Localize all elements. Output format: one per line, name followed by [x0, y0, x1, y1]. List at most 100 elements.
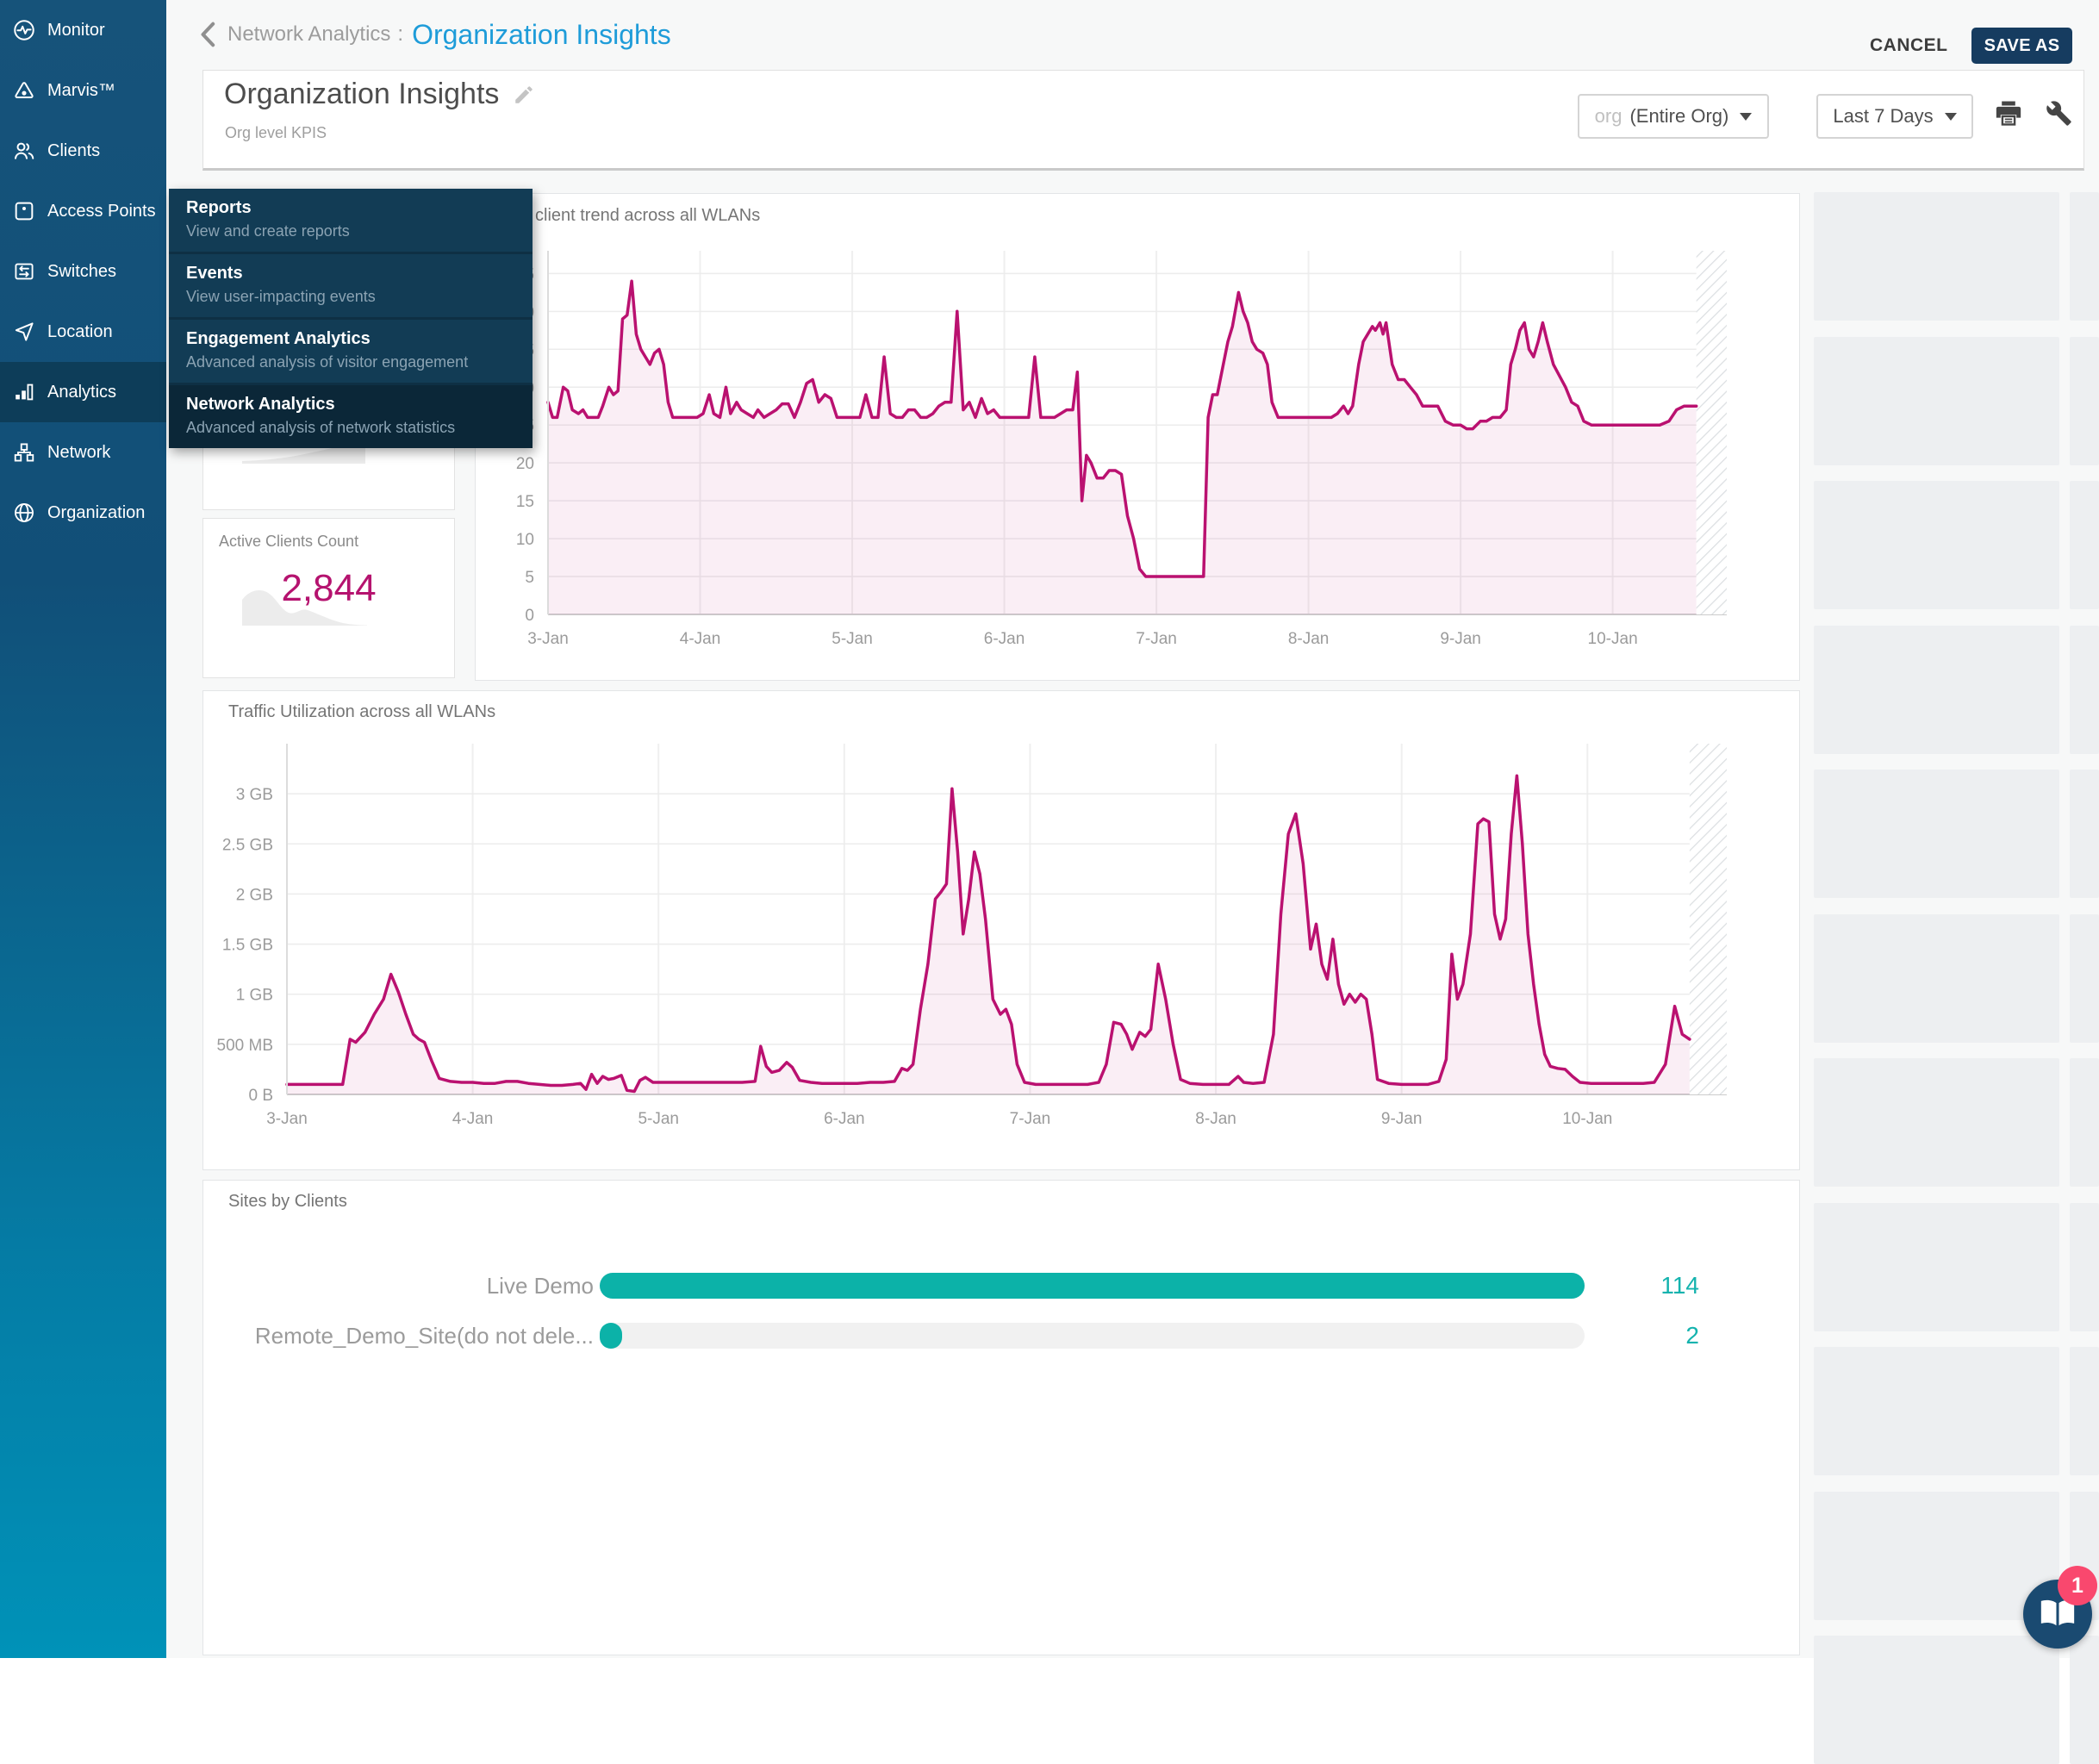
placeholder-card [2070, 770, 2099, 898]
placeholder-card [1814, 192, 2059, 321]
flyout-item-reports[interactable]: Reports View and create reports [169, 189, 533, 252]
breadcrumb-separator: : [397, 22, 404, 46]
sidebar-item-analytics[interactable]: Analytics [0, 362, 166, 422]
sidebar-item-access-points[interactable]: Access Points [0, 181, 166, 241]
site-value: 2 [1685, 1322, 1699, 1349]
sidebar-item-clients[interactable]: Clients [0, 121, 166, 181]
analytics-flyout-menu: Reports View and create reports Events View… [169, 189, 533, 448]
sites-by-clients-panel: Sites by Clients Live Demo 114 Remote_Demo… [202, 1180, 1800, 1655]
marvis-icon [12, 78, 36, 103]
sidebar-item-monitor[interactable]: Monitor [0, 0, 166, 60]
flyout-item-events[interactable]: Events View user-impacting events [169, 252, 533, 317]
svg-text:5-Jan: 5-Jan [638, 1110, 679, 1128]
sidebar-item-label: Marvis™ [47, 80, 115, 100]
svg-text:3-Jan: 3-Jan [527, 630, 569, 648]
org-prefix-label: org [1594, 105, 1623, 127]
placeholder-card [1814, 1347, 2059, 1475]
site-label: Live Demo [486, 1273, 594, 1299]
sidebar-item-label: Analytics [47, 382, 117, 402]
client-trend-panel: 3-Jan 4-Jan 5-Jan 6-Jan 7-Jan 8-Jan 9-Jan 10-Ja… [475, 193, 1800, 681]
placeholder-card [2070, 1347, 2099, 1475]
sidebar-item-organization[interactable]: Organization [0, 483, 166, 543]
svg-text:9-Jan: 9-Jan [1440, 630, 1481, 648]
print-icon[interactable] [1994, 98, 2023, 132]
kpi-card-active-clients: Active Clients Count 2,844 [202, 518, 455, 678]
site-bar-row: Remote_Demo_Site(do not dele... 2 [203, 1323, 1799, 1349]
settings-wrench-icon[interactable] [2046, 100, 2072, 131]
sidebar-item-label: Access Points [47, 201, 156, 221]
incomplete-data-hatch [1689, 744, 1727, 1094]
svg-text:10-Jan: 10-Jan [1562, 1110, 1612, 1128]
sidebar-item-location[interactable]: Location [0, 302, 166, 362]
placeholder-card [1814, 770, 2059, 898]
switches-icon [12, 259, 36, 284]
org-scope-select[interactable]: org (Entire Org) [1578, 94, 1769, 139]
chart-canvas: 3-Jan 4-Jan 5-Jan 6-Jan 7-Jan 8-Jan 9-Jan 10-Ja… [516, 251, 1727, 648]
sidebar-item-marvis[interactable]: Marvis™ [0, 60, 166, 121]
svg-text:10: 10 [516, 531, 534, 549]
breadcrumb: Network Analytics : Organization Insight… [198, 0, 671, 69]
dashboard-header-card: Organization Insights Org level KPIS org… [202, 70, 2084, 171]
time-range-label: Last 7 Days [1833, 105, 1934, 127]
site-value: 114 [1660, 1272, 1699, 1299]
panel-title: Traffic Utilization across all WLANs [228, 702, 496, 721]
svg-text:1 GB: 1 GB [236, 987, 273, 1005]
svg-text:6-Jan: 6-Jan [984, 630, 1025, 648]
org-value-label: (Entire Org) [1629, 105, 1729, 127]
placeholder-card [1814, 1636, 2059, 1764]
panel-title: Sites by Clients [228, 1192, 347, 1211]
svg-text:6-Jan: 6-Jan [824, 1110, 865, 1128]
access-points-icon [12, 199, 36, 223]
traffic-utilization-chart: 3-Jan 4-Jan 5-Jan 6-Jan 7-Jan 8-Jan 9-Jan 10-Ja… [203, 691, 1799, 1169]
site-bar-row: Live Demo 114 [203, 1273, 1799, 1299]
svg-text:8-Jan: 8-Jan [1288, 630, 1330, 648]
sidebar-item-label: Organization [47, 502, 146, 522]
organization-icon [12, 501, 36, 525]
site-bar-track [600, 1323, 1585, 1349]
flyout-item-subtitle: View user-impacting events [186, 288, 376, 305]
sidebar-item-label: Switches [47, 261, 117, 281]
page-subtitle: Org level KPIS [225, 124, 327, 141]
placeholder-card [2070, 1058, 2099, 1187]
flyout-item-title: Engagement Analytics [186, 329, 371, 348]
flyout-item-network-analytics[interactable]: Network Analytics Advanced analysis of ne… [169, 383, 533, 448]
help-button[interactable]: 1 [2023, 1566, 2097, 1649]
flyout-item-title: Events [186, 264, 243, 283]
sidebar-item-network[interactable]: Network [0, 422, 166, 483]
placeholder-card [2070, 1636, 2099, 1764]
chevron-left-icon[interactable] [198, 22, 217, 47]
site-bar-fill [600, 1273, 1585, 1299]
page-title: Organization Insights [224, 78, 500, 110]
edit-pencil-icon[interactable] [513, 84, 535, 106]
clients-icon [12, 139, 36, 163]
time-range-select[interactable]: Last 7 Days [1816, 94, 1973, 139]
svg-text:2 GB: 2 GB [236, 886, 273, 904]
svg-text:8-Jan: 8-Jan [1195, 1110, 1236, 1128]
placeholder-card [1814, 336, 2059, 465]
placeholder-card [1814, 481, 2059, 609]
placeholder-card [2070, 481, 2099, 609]
svg-text:20: 20 [516, 455, 534, 473]
sidebar-item-label: Monitor [47, 20, 105, 40]
flyout-item-engagement-analytics[interactable]: Engagement Analytics Advanced analysis of… [169, 317, 533, 383]
client-trend-chart: 3-Jan 4-Jan 5-Jan 6-Jan 7-Jan 8-Jan 9-Jan 10-Ja… [476, 194, 1799, 680]
kpi-label: Active Clients Count [219, 533, 359, 550]
svg-text:0 B: 0 B [248, 1087, 273, 1105]
svg-text:7-Jan: 7-Jan [1010, 1110, 1051, 1128]
breadcrumb-section[interactable]: Network Analytics [227, 22, 390, 47]
save-as-button[interactable]: SAVE AS [1971, 28, 2072, 64]
sidebar-item-switches[interactable]: Switches [0, 241, 166, 302]
cancel-button[interactable]: CANCEL [1865, 34, 1953, 57]
incomplete-data-hatch [1696, 251, 1727, 614]
svg-text:15: 15 [516, 493, 534, 511]
placeholder-card [2070, 192, 2099, 321]
traffic-utilization-panel: 3-Jan 4-Jan 5-Jan 6-Jan 7-Jan 8-Jan 9-Jan 10-Ja… [202, 690, 1800, 1170]
svg-text:3 GB: 3 GB [236, 786, 273, 804]
site-bar-track [600, 1273, 1585, 1299]
svg-text:4-Jan: 4-Jan [452, 1110, 494, 1128]
placeholder-card [1814, 1491, 2059, 1620]
site-label: Remote_Demo_Site(do not dele... [254, 1323, 594, 1349]
svg-text:5: 5 [525, 569, 534, 587]
panel-title: client trend across all WLANs [535, 206, 761, 225]
caret-down-icon [1944, 112, 1957, 121]
